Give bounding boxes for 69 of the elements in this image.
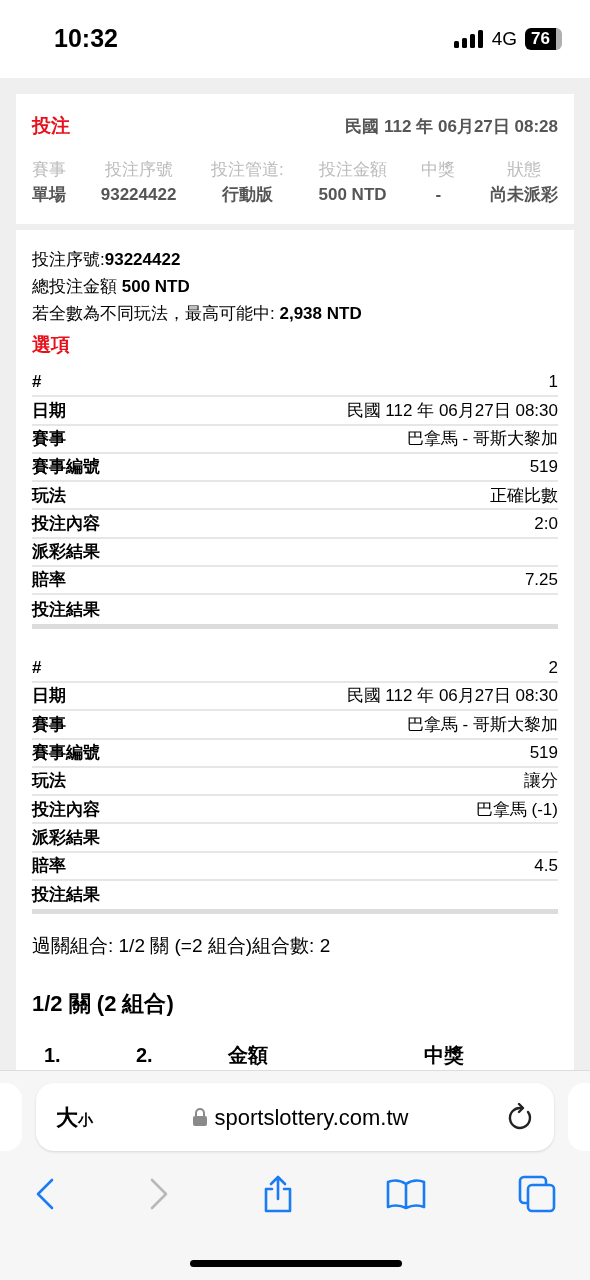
table-header: 2. [135,1042,154,1068]
text-size-button[interactable]: 大小 [56,1100,93,1134]
row-value: 正確比數 [490,484,558,507]
column-value: 單場 [32,184,66,206]
row-value: 519 [529,741,558,764]
share-icon[interactable] [262,1175,294,1213]
detail-line: 投注序號:93224422 [32,248,182,271]
column-heading: 中獎 [421,158,456,181]
column-value: 尚未派彩 [490,184,558,206]
row-value: 讓分 [524,770,558,793]
row-label: 賽事編號 [32,456,100,479]
row-label: 賠率 [32,855,66,878]
signal-icon [453,30,484,48]
row-value: 1 [548,371,558,394]
column-heading: 投注序號 [104,158,173,181]
lock-icon [192,1108,207,1126]
row-label: 派彩結果 [32,541,100,564]
table-header: 中獎 [423,1042,464,1068]
column-value: 93224422 [100,184,177,206]
row-value: 2:0 [534,512,558,535]
row-value: 519 [529,456,558,479]
reload-icon[interactable] [508,1103,534,1131]
row-label: 玩法 [32,484,66,507]
row-label: # [32,371,42,394]
column-value: - [435,184,442,206]
detail-line: 若全數為不同玩法，最高可能中: 2,938 NTD [32,302,363,325]
combo-line: 過關組合: 1/2 關 (=2 組合)組合數: 2 [32,934,332,959]
table-header: 金額 [227,1042,269,1068]
detail-line: 總投注金額 500 NTD [32,275,191,298]
row-value: 民國 112 年 06月27日 08:30 [346,685,558,708]
column-heading: 賽事 [32,158,66,181]
network-label: 4G [491,26,518,51]
row-label: 投注內容 [32,798,100,821]
battery-level: 76 [525,28,562,50]
row-label: # [32,657,42,680]
row-label: 日期 [32,399,66,422]
row-value: 巴拿馬 - 哥斯大黎加 [406,428,558,450]
row-label: 日期 [32,685,66,708]
column-value: 行動版 [221,184,273,206]
url-text: sportslottery.com.tw [214,1103,409,1132]
address-bar[interactable]: 大小 sportslottery.com.tw [36,1083,554,1151]
row-label: 投注結果 [32,598,100,621]
row-value: 7.25 [524,569,558,592]
row-value: 4.5 [534,855,558,878]
bet-datetime: 民國 112 年 06月27日 08:28 [345,115,558,138]
column-heading: 狀態 [507,158,541,181]
column-heading: 投注管道: [211,158,284,181]
row-label: 賽事 [32,713,66,736]
row-value: 巴拿馬 - 哥斯大黎加 [406,713,558,736]
status-time: 10:32 [54,23,118,55]
column-heading: 投注金額 [318,158,387,181]
row-value: 巴拿馬 (-1) [475,798,558,821]
row-label: 投注結果 [32,884,100,907]
table-header: 1. [43,1042,62,1068]
card-title: 投注 [32,114,70,138]
row-value: 民國 112 年 06月27日 08:30 [346,399,558,422]
tabs-icon[interactable] [518,1175,556,1213]
book-icon[interactable] [386,1178,426,1210]
column-value: 500 NTD [318,184,387,206]
row-label: 投注內容 [32,512,100,535]
row-label: 賠率 [32,569,66,592]
row-label: 賽事 [32,428,66,450]
options-title: 選項 [32,332,71,357]
row-label: 派彩結果 [32,826,100,849]
back-icon[interactable] [34,1177,56,1211]
row-label: 玩法 [32,770,66,793]
row-label: 賽事編號 [32,741,100,764]
row-value: 2 [548,657,558,680]
combo-title: 1/2 關 (2 組合) [32,989,175,1018]
